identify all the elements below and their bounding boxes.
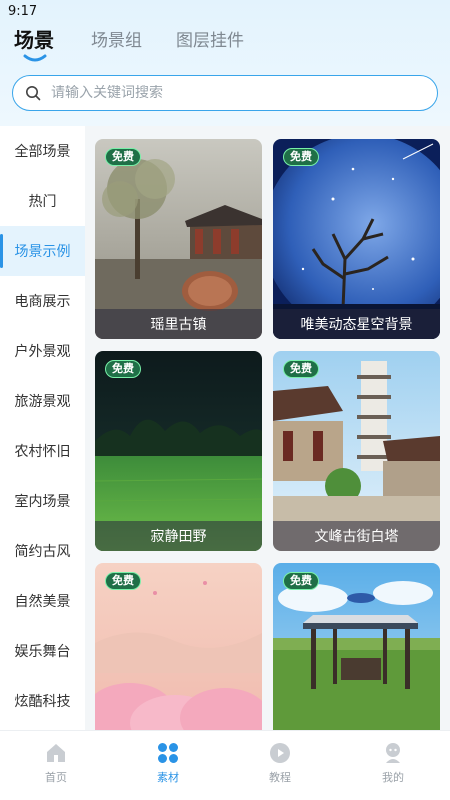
sidebar-item-label: 室内场景 <box>14 494 71 510</box>
sidebar-item-ancient[interactable]: 简约古风 <box>0 526 85 576</box>
sidebar-item-label: 热门 <box>28 194 57 210</box>
scene-card[interactable]: 免费 寂静田野 <box>95 351 262 551</box>
scene-card[interactable]: 免费 瑶里古镇 <box>95 139 262 339</box>
sidebar-item-rural[interactable]: 农村怀旧 <box>0 426 85 476</box>
scene-card[interactable]: 免费 <box>95 563 262 730</box>
nav-tutorial[interactable]: 教程 <box>240 731 320 800</box>
free-badge: 免费 <box>105 572 141 590</box>
sidebar-item-examples[interactable]: 场景示例 <box>0 226 85 276</box>
tab-layer-widget[interactable]: 图层挂件 <box>176 27 244 55</box>
sidebar-item-label: 娱乐舞台 <box>14 644 71 660</box>
sidebar-item-nature[interactable]: 自然美景 <box>0 576 85 626</box>
free-badge: 免费 <box>283 148 319 166</box>
scene-title: 瑶里古镇 <box>95 309 262 339</box>
sidebar-item-label: 自然美景 <box>14 594 71 610</box>
free-badge: 免费 <box>105 148 141 166</box>
free-badge: 免费 <box>283 360 319 378</box>
sidebar-item-label: 简约古风 <box>14 544 71 560</box>
search-input[interactable] <box>51 85 411 101</box>
nav-label: 首页 <box>45 771 67 784</box>
sidebar-item-hot[interactable]: 热门 <box>0 176 85 226</box>
sidebar-item-label: 炫酷科技 <box>14 694 71 710</box>
scene-card[interactable]: 免费 文峰古街白塔 <box>273 351 440 551</box>
nav-label: 我的 <box>382 771 404 784</box>
sidebar-item-label: 全部场景 <box>14 144 71 160</box>
scene-grid: 免费 瑶里古镇 免费 唯美动态星空背景 免费 寂静田野 免费 文峰古街白塔 免费… <box>85 126 450 730</box>
sidebar-item-label: 场景示例 <box>14 244 71 260</box>
sidebar-item-label: 电商展示 <box>14 294 71 310</box>
sidebar-item-tech[interactable]: 炫酷科技 <box>0 676 85 726</box>
tab-scene-group[interactable]: 场景组 <box>91 27 142 55</box>
play-icon <box>270 743 290 763</box>
sidebar-item-label: 农村怀旧 <box>14 444 71 460</box>
profile-icon <box>386 743 400 763</box>
sidebar-item-travel[interactable]: 旅游景观 <box>0 376 85 426</box>
sidebar-item-stage[interactable]: 娱乐舞台 <box>0 626 85 676</box>
nav-material[interactable]: 素材 <box>128 731 208 800</box>
search-bar[interactable] <box>12 75 438 111</box>
nav-profile[interactable]: 我的 <box>353 731 433 800</box>
scene-card[interactable]: 免费 唯美动态星空背景 <box>273 139 440 339</box>
tab-scene[interactable]: 场景 <box>14 26 54 54</box>
scene-title: 唯美动态星空背景 <box>273 309 440 339</box>
home-icon <box>47 744 65 762</box>
material-icon <box>158 743 178 763</box>
free-badge: 免费 <box>105 360 141 378</box>
free-badge: 免费 <box>283 572 319 590</box>
sidebar-item-label: 旅游景观 <box>14 394 71 410</box>
sidebar-item-outdoor[interactable]: 户外景观 <box>0 326 85 376</box>
sidebar-item-ecommerce[interactable]: 电商展示 <box>0 276 85 326</box>
top-tabs: 场景 场景组 图层挂件 <box>0 26 450 62</box>
category-sidebar: 全部场景 热门 场景示例 电商展示 户外景观 旅游景观 农村怀旧 室内场景 简约… <box>0 126 85 730</box>
nav-label: 教程 <box>269 771 291 784</box>
scene-title: 文峰古街白塔 <box>273 521 440 551</box>
bottom-navigation: 首页 素材 教程 我的 <box>0 730 450 800</box>
active-tab-indicator <box>23 54 47 62</box>
scene-title: 寂静田野 <box>95 521 262 551</box>
scene-card[interactable]: 免费 <box>273 563 440 730</box>
nav-home[interactable]: 首页 <box>16 731 96 800</box>
status-bar-time: 9:17 <box>8 4 38 19</box>
sidebar-item-indoor[interactable]: 室内场景 <box>0 476 85 526</box>
nav-label: 素材 <box>157 771 179 784</box>
search-icon <box>25 84 43 102</box>
sidebar-item-all[interactable]: 全部场景 <box>0 126 85 176</box>
sidebar-item-label: 户外景观 <box>14 344 71 360</box>
